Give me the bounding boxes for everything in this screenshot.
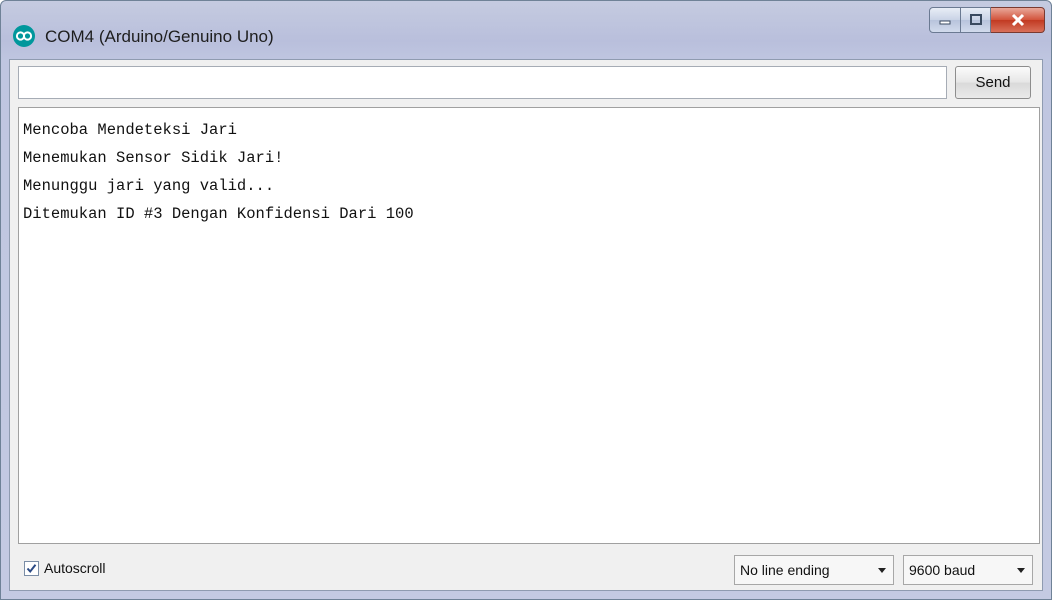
send-button[interactable]: Send <box>955 66 1031 99</box>
window-controls <box>929 7 1045 33</box>
baud-rate-value: 9600 baud <box>909 562 976 578</box>
footer-bar: Autoscroll No line ending 9600 baud <box>18 552 1040 588</box>
serial-input-field[interactable] <box>18 66 947 99</box>
maximize-icon <box>969 14 982 25</box>
minimize-icon <box>939 20 951 25</box>
baud-rate-dropdown[interactable]: 9600 baud <box>903 555 1033 585</box>
line-ending-value: No line ending <box>740 562 830 578</box>
line-ending-dropdown[interactable]: No line ending <box>734 555 894 585</box>
minimize-button[interactable] <box>929 7 961 33</box>
output-line: Menunggu jari yang valid... <box>23 177 275 195</box>
close-button[interactable] <box>991 7 1045 33</box>
close-icon <box>1011 13 1024 27</box>
chevron-down-icon <box>878 568 886 573</box>
output-line: Mencoba Mendeteksi Jari <box>23 121 237 139</box>
window-title: COM4 (Arduino/Genuino Uno) <box>45 27 274 46</box>
checkmark-icon <box>26 564 37 574</box>
output-line: Ditemukan ID #3 Dengan Konfidensi Dari 1… <box>23 205 414 223</box>
chevron-down-icon <box>1017 568 1025 573</box>
arduino-icon <box>13 25 35 47</box>
output-line: Menemukan Sensor Sidik Jari! <box>23 149 284 167</box>
maximize-button[interactable] <box>961 7 991 33</box>
autoscroll-label[interactable]: Autoscroll <box>44 560 105 576</box>
autoscroll-checkbox[interactable] <box>24 561 39 576</box>
serial-output-area[interactable]: Mencoba Mendeteksi Jari Menemukan Sensor… <box>18 107 1040 544</box>
title-bar[interactable]: COM4 (Arduino/Genuino Uno) <box>1 1 1051 57</box>
